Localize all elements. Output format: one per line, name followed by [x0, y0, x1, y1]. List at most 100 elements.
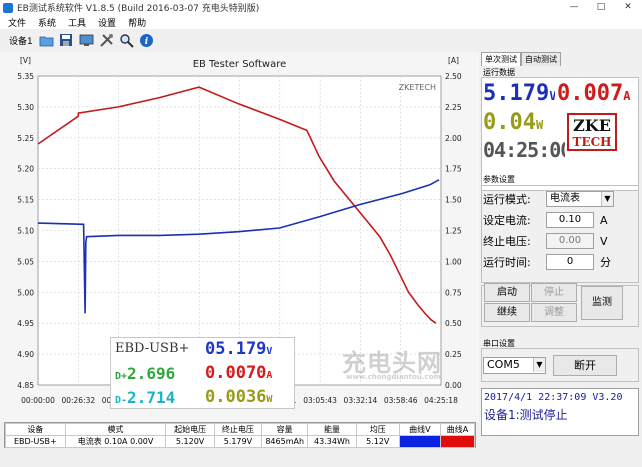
port-select[interactable]: COM5 ▼ [483, 357, 546, 374]
overlay-device-name: EBD-USB+ [115, 341, 190, 356]
title-bar: EB测试系统软件 V1.8.5 (Build 2016-03-07 充电头特别版… [0, 0, 642, 15]
mode-row: 运行模式: 电流表 ▼ [483, 190, 614, 208]
col-start-voltage: 起始电压 [165, 423, 215, 436]
y2-tick-label: 0.50 [445, 319, 462, 328]
minimize-button[interactable]: — [561, 0, 587, 15]
mode-label: 运行模式: [483, 193, 531, 206]
run-time-input[interactable]: 0 [546, 254, 594, 270]
curve-v-color-swatch[interactable] [398, 435, 441, 448]
y-unit-label: [V] [20, 56, 31, 65]
y-tick-label: 5.25 [17, 134, 34, 143]
curve-a-color-swatch[interactable] [439, 435, 476, 448]
cell-energy: 43.34Wh [307, 435, 357, 448]
voltage-display: 5.179V [483, 80, 555, 108]
chevron-down-icon: ▼ [601, 192, 613, 206]
col-avg-voltage: 均压 [355, 423, 400, 436]
chart-panel: 4.85 4.90 4.95 5.00 5.05 5.10 5.15 5.20 5.25 5.30… [0, 52, 479, 422]
table-row[interactable]: EBD-USB+ 电流表 0.10A 0.00V 5.120V 5.179V 8… [5, 435, 476, 448]
y2-tick-label: 1.75 [445, 165, 462, 174]
close-button[interactable]: ✕ [615, 0, 641, 15]
col-mode: 模式 [64, 423, 167, 436]
chart-brand-label: ZKETECH [399, 83, 436, 92]
app-window: EB测试系统软件 V1.8.5 (Build 2016-03-07 充电头特别版… [0, 0, 642, 467]
chart-title: EB Tester Software [193, 59, 287, 70]
y2-unit-label: [A] [448, 56, 459, 65]
monitor-icon[interactable] [78, 32, 95, 49]
x-tick-label: 03:32:14 [344, 396, 378, 405]
cell-mode: 电流表 0.10A 0.00V [64, 435, 167, 448]
window-title: EB测试系统软件 V1.8.5 (Build 2016-03-07 充电头特别版… [17, 4, 260, 14]
status-timestamp: 2017/4/1 22:37:09 V3.20 [484, 392, 623, 403]
menu-settings[interactable]: 设置 [98, 16, 116, 29]
elapsed-time-display: 04:25:00 [483, 136, 565, 164]
summary-table: 设备 模式 起始电压 终止电压 容量 能量 均压 曲线V 曲线A EBD-USB… [4, 422, 476, 448]
start-button[interactable]: 启动 [484, 283, 530, 302]
y2-tick-label: 0.25 [445, 350, 462, 359]
overlay-dminus: D-2.714 [115, 388, 176, 407]
y-tick-label: 4.85 [17, 381, 34, 390]
x-tick-label: 04:25:18 [424, 396, 458, 405]
tab-auto-test[interactable]: 自动测试 [521, 52, 561, 66]
mode-select[interactable]: 电流表 ▼ [546, 191, 614, 207]
current-set-unit: A [600, 213, 608, 227]
y2-tick-label: 1.25 [445, 227, 462, 236]
overlay-power: 0.0036W [205, 387, 273, 407]
params-label: 参数设置 [483, 175, 515, 184]
watermark-url: www.chongdiantou.com [346, 373, 441, 381]
menu-file[interactable]: 文件 [8, 16, 26, 29]
y-tick-label: 5.30 [17, 103, 34, 112]
y2-tick-label: 2.50 [445, 72, 462, 81]
cell-start-voltage: 5.120V [165, 435, 215, 448]
run-time-row: 运行时间: 0 分 [483, 253, 611, 271]
folder-icon[interactable] [38, 32, 55, 49]
tools-icon[interactable] [98, 32, 115, 49]
status-box: 2017/4/1 22:37:09 V3.20 设备1:测试停止 [481, 388, 639, 436]
cell-avg-voltage: 5.12V [355, 435, 400, 448]
status-message: 设备1:测试停止 [484, 408, 568, 422]
toolbar: 设备1 i [0, 29, 480, 51]
col-capacity: 容量 [261, 423, 309, 436]
y2-tick-label: 2.00 [445, 134, 462, 143]
current-display: 0.007A [557, 80, 637, 108]
device-readout-overlay: EBD-USB+ 05.179V D+2.696 0.0070A D-2.714… [110, 337, 295, 409]
y2-tick-label: 0.00 [445, 381, 462, 390]
overlay-current: 0.0070A [205, 363, 273, 383]
col-energy: 能量 [307, 423, 357, 436]
end-voltage-input[interactable]: 0.00 [546, 233, 594, 249]
disconnect-button[interactable]: 断开 [553, 355, 617, 376]
info-icon[interactable]: i [138, 32, 155, 49]
y-tick-label: 5.10 [17, 227, 34, 236]
monitor-button[interactable]: 监测 [581, 286, 623, 320]
cell-device: EBD-USB+ [5, 435, 66, 448]
end-voltage-label: 终止电压: [483, 235, 531, 248]
stop-button[interactable]: 停止 [531, 283, 577, 302]
overlay-voltage: 05.179V [205, 339, 273, 359]
end-voltage-row: 终止电压: 0.00 V [483, 232, 608, 250]
col-curve-v: 曲线V [398, 423, 441, 436]
device-selector[interactable]: 设备1 [9, 34, 33, 47]
right-panel: 单次测试 自动测试 运行数据 5.179V 0.007A 0.04W 04:25… [479, 29, 642, 467]
svg-text:i: i [145, 37, 149, 47]
continue-button[interactable]: 继续 [484, 303, 530, 322]
zketech-logo: ZKE TECH [567, 113, 617, 151]
maximize-button[interactable]: □ [588, 0, 614, 15]
y2-tick-label: 1.00 [445, 257, 462, 266]
col-curve-a: 曲线A [439, 423, 476, 436]
y-tick-label: 5.15 [17, 196, 34, 205]
table-header-row: 设备 模式 起始电压 终止电压 容量 能量 均压 曲线V 曲线A [5, 423, 476, 436]
y2-tick-label: 0.75 [445, 288, 462, 297]
menu-help[interactable]: 帮助 [128, 16, 146, 29]
y-tick-label: 5.00 [17, 288, 34, 297]
search-icon[interactable] [118, 32, 135, 49]
adjust-button[interactable]: 调整 [531, 303, 577, 322]
menu-tools[interactable]: 工具 [68, 16, 86, 29]
y2-tick-label: 1.50 [445, 196, 462, 205]
save-icon[interactable] [58, 32, 75, 49]
menu-bar: 文件 系统 工具 设置 帮助 [0, 15, 642, 29]
tab-bar: 单次测试 自动测试 [481, 52, 561, 66]
current-set-input[interactable]: 0.10 [546, 212, 594, 228]
y-tick-label: 5.35 [17, 72, 34, 81]
tab-single-test[interactable]: 单次测试 [481, 52, 521, 66]
current-set-label: 设定电流: [483, 214, 531, 227]
menu-system[interactable]: 系统 [38, 16, 56, 29]
